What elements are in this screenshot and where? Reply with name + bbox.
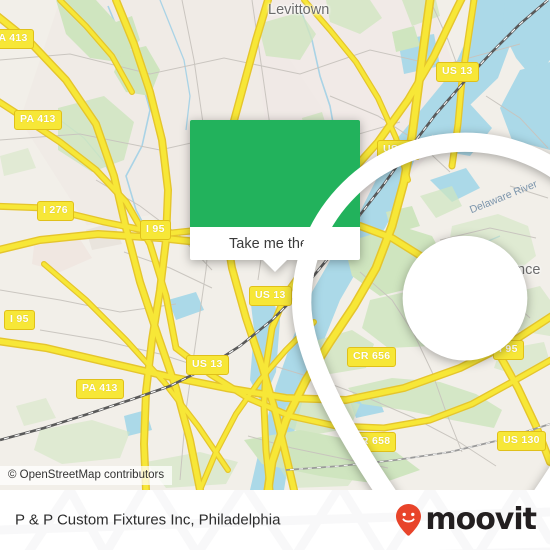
road-shield-pa-413[interactable]: PA 413: [14, 110, 62, 130]
place-label-levittown: Levittown: [268, 2, 330, 18]
osm-attribution[interactable]: © OpenStreetMap contributors: [0, 466, 173, 485]
road-shield-pa-413[interactable]: PA 413: [0, 29, 34, 49]
road-shield-pa-413[interactable]: PA 413: [76, 379, 124, 399]
moovit-brand-logo[interactable]: moovit: [395, 502, 537, 537]
moovit-wordmark: moovit: [425, 502, 537, 537]
map-canvas[interactable]: Levittown Florence Delaware River PA 413…: [0, 0, 550, 490]
popup-header: [190, 120, 550, 490]
moovit-pin-smile-icon: [396, 504, 422, 536]
location-popup-card[interactable]: Take me there: [190, 120, 550, 490]
road-shield-i-95[interactable]: I 95: [140, 220, 171, 240]
road-shield-i-95[interactable]: I 95: [4, 310, 35, 330]
road-shield-us-13[interactable]: US 13: [436, 62, 479, 82]
moovit-map-screenshot: Levittown Florence Delaware River PA 413…: [0, 0, 550, 550]
footer-bar: P & P Custom Fixtures Inc, Philadelphia …: [0, 490, 550, 550]
popup-pointer-tail: [263, 260, 287, 272]
road-shield-i-276[interactable]: I 276: [37, 201, 74, 221]
map-pin-icon: [292, 132, 550, 490]
location-title: P & P Custom Fixtures Inc, Philadelphia: [15, 511, 281, 529]
